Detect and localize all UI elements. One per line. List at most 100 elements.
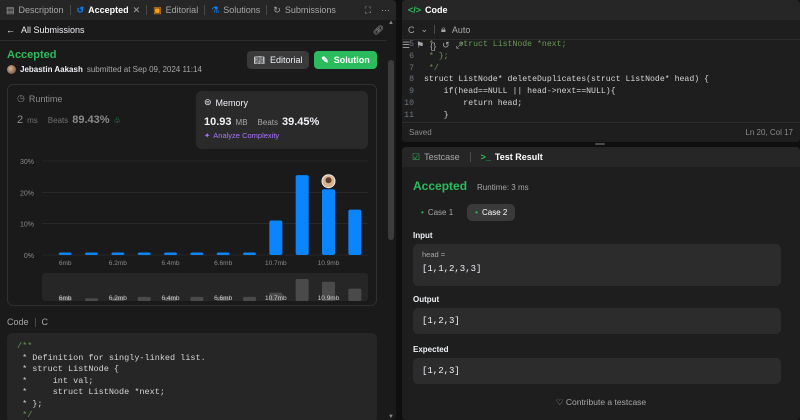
left-scrollbar[interactable]: ▲ ▼ xyxy=(387,20,395,420)
code-label: Code xyxy=(7,317,29,327)
tab-solutions[interactable]: ⚗ Solutions xyxy=(205,0,266,20)
editor-tabbar: </> Code xyxy=(402,0,800,20)
editor-line: 5 * struct ListNode *next; xyxy=(402,40,800,52)
overview-tick-label: 6.6mb xyxy=(214,295,232,302)
tab-test-result[interactable]: >_ Test Result xyxy=(477,147,547,167)
more-icon[interactable]: ⋯ xyxy=(381,5,390,16)
description-icon: ▤ xyxy=(6,4,15,15)
memory-box[interactable]: ⊜ Memory 10.93 MB Beats 39.45% ✦ Analyze… xyxy=(196,91,368,149)
line-text: } xyxy=(424,110,449,120)
input-value: [1,1,2,3,3] xyxy=(422,264,482,274)
code-line: * int val; xyxy=(17,375,94,386)
memory-beats-label: Beats xyxy=(257,118,278,127)
scrollbar-thumb[interactable] xyxy=(388,60,394,240)
code-editor-panel: </> Code C ⌄ 🔒︎ Auto ☰ ⚑ {} ↺ ⤢ 5 * stru… xyxy=(402,0,800,142)
editor-toolbar: C ⌄ 🔒︎ Auto xyxy=(402,20,800,40)
editor-line: 9 if(head==NULL || head->next==NULL){ xyxy=(402,87,800,99)
test-result-panel: ☑ Testcase >_ Test Result Accepted Runti… xyxy=(402,147,800,420)
solution-button-label: Solution xyxy=(333,55,370,65)
test-tabbar: ☑ Testcase >_ Test Result xyxy=(402,147,800,167)
code-line: * struct ListNode *next; xyxy=(17,387,165,397)
memory-unit: MB xyxy=(235,118,248,127)
y-tick-label: 0% xyxy=(24,253,34,260)
panel-resize-handle[interactable] xyxy=(595,143,605,145)
expected-box: [1,2,3] xyxy=(413,358,781,384)
memory-chip-icon: ⊜ xyxy=(204,97,212,107)
overview-bar xyxy=(190,296,204,301)
leaf-icon: ♧ xyxy=(113,116,121,125)
contribute-testcase-link[interactable]: ♡ Contribute a testcase xyxy=(402,397,800,408)
line-text: return head; xyxy=(424,98,523,108)
chevron-down-icon[interactable]: ⌄ xyxy=(421,24,429,35)
overview-bar xyxy=(348,288,362,301)
overview-tick-label: 6mb xyxy=(59,295,72,302)
close-icon[interactable]: ✕ xyxy=(133,5,141,16)
case-1-tab[interactable]: • Case 1 xyxy=(413,204,461,221)
scroll-up-icon[interactable]: ▲ xyxy=(388,20,394,26)
editor-line: 6 * }; xyxy=(402,52,800,64)
line-number: 5 xyxy=(409,40,414,49)
tab-solutions-label: Solutions xyxy=(223,5,261,15)
mode-label[interactable]: Auto xyxy=(452,25,471,35)
runtime-beats-pct: 89.43% xyxy=(72,114,110,126)
maximize-icon[interactable]: ⛶ xyxy=(365,5,371,16)
code-line: */ xyxy=(17,410,33,420)
clock-icon: ◷ xyxy=(17,93,25,103)
code-line: * }; xyxy=(17,398,43,409)
input-var-name: head = xyxy=(422,250,446,259)
y-tick-label: 30% xyxy=(20,159,34,166)
result-header: Accepted Runtime: 3 ms xyxy=(413,179,529,193)
tab-testcase[interactable]: ☑ Testcase xyxy=(408,147,464,167)
case-2-tab[interactable]: • Case 2 xyxy=(467,204,516,221)
input-label: Input xyxy=(413,231,433,240)
cursor-position: Ln 20, Col 17 xyxy=(745,128,793,137)
editor-line: 8 struct ListNode* deleteDuplicates(struc… xyxy=(402,75,800,87)
runtime-box[interactable]: ◷ Runtime 2 ms Beats 89.43% ♧ xyxy=(17,93,187,143)
tab-description-label: Description xyxy=(18,5,64,15)
runtime-beats-label: Beats xyxy=(47,116,69,125)
tabbar-actions: ⛶ ⋯ xyxy=(365,0,390,20)
editorial-button[interactable]: 📖︎ Editorial xyxy=(247,51,309,69)
code-section-header: Code C xyxy=(7,317,48,327)
chart-bar xyxy=(137,252,151,255)
chart-bar xyxy=(58,252,72,255)
line-number: 6 xyxy=(409,51,414,61)
tab-accepted[interactable]: ↺ Accepted ✕ xyxy=(71,0,147,20)
scroll-down-icon[interactable]: ▼ xyxy=(388,414,394,420)
back-arrow-icon[interactable]: ← xyxy=(6,25,15,35)
expected-value: [1,2,3] xyxy=(422,366,460,376)
history-icon: ↺ xyxy=(76,4,85,15)
language-select[interactable]: C xyxy=(408,25,415,35)
author-name[interactable]: Jebastin Aakash xyxy=(20,65,83,74)
editor-line: 7 */ xyxy=(402,64,800,76)
line-number: 10 xyxy=(404,98,414,108)
chart-bar xyxy=(190,252,204,255)
case-tabs: • Case 1 • Case 2 xyxy=(413,204,516,221)
submission-status: Accepted xyxy=(7,49,57,61)
solution-button[interactable]: ✎ Solution xyxy=(314,51,377,69)
tab-accepted-label: Accepted xyxy=(88,5,129,15)
all-submissions-link[interactable]: All Submissions xyxy=(21,25,85,35)
overview-tick-label: 6.4mb xyxy=(161,295,179,302)
editor-code-lines[interactable]: 5 * struct ListNode *next; 6 * }; 7 */8 str… xyxy=(402,40,800,123)
case-1-label: Case 1 xyxy=(427,208,454,217)
overview-tick-label: 10.9mb xyxy=(318,295,340,302)
performance-card: ◷ Runtime 2 ms Beats 89.43% ♧ ⊜ Memory 1… xyxy=(7,84,377,306)
line-text: * }; xyxy=(424,51,449,61)
tab-editorial[interactable]: ▣ Editorial xyxy=(147,0,204,20)
chart-bar xyxy=(216,252,230,255)
tab-description[interactable]: ▤ Description xyxy=(0,0,70,20)
link-icon[interactable]: 🔗︎ xyxy=(373,25,384,36)
x-tick-label: 6.6mb xyxy=(214,260,232,267)
editorial-button-label: Editorial xyxy=(269,55,303,65)
code-line: * Definition for singly-linked list. xyxy=(17,352,206,363)
separator xyxy=(34,317,36,327)
analyze-complexity-link[interactable]: ✦ Analyze Complexity xyxy=(204,131,360,140)
output-label: Output xyxy=(413,295,440,304)
code-icon: </> xyxy=(408,5,422,15)
submitted-code[interactable]: /** * Definition for singly-linked list.… xyxy=(7,333,377,420)
flask-icon: ⚗ xyxy=(211,4,220,15)
tab-submissions[interactable]: ↻ Submissions xyxy=(267,0,342,20)
y-tick-label: 10% xyxy=(20,222,34,229)
submissions-icon: ↻ xyxy=(273,4,281,15)
